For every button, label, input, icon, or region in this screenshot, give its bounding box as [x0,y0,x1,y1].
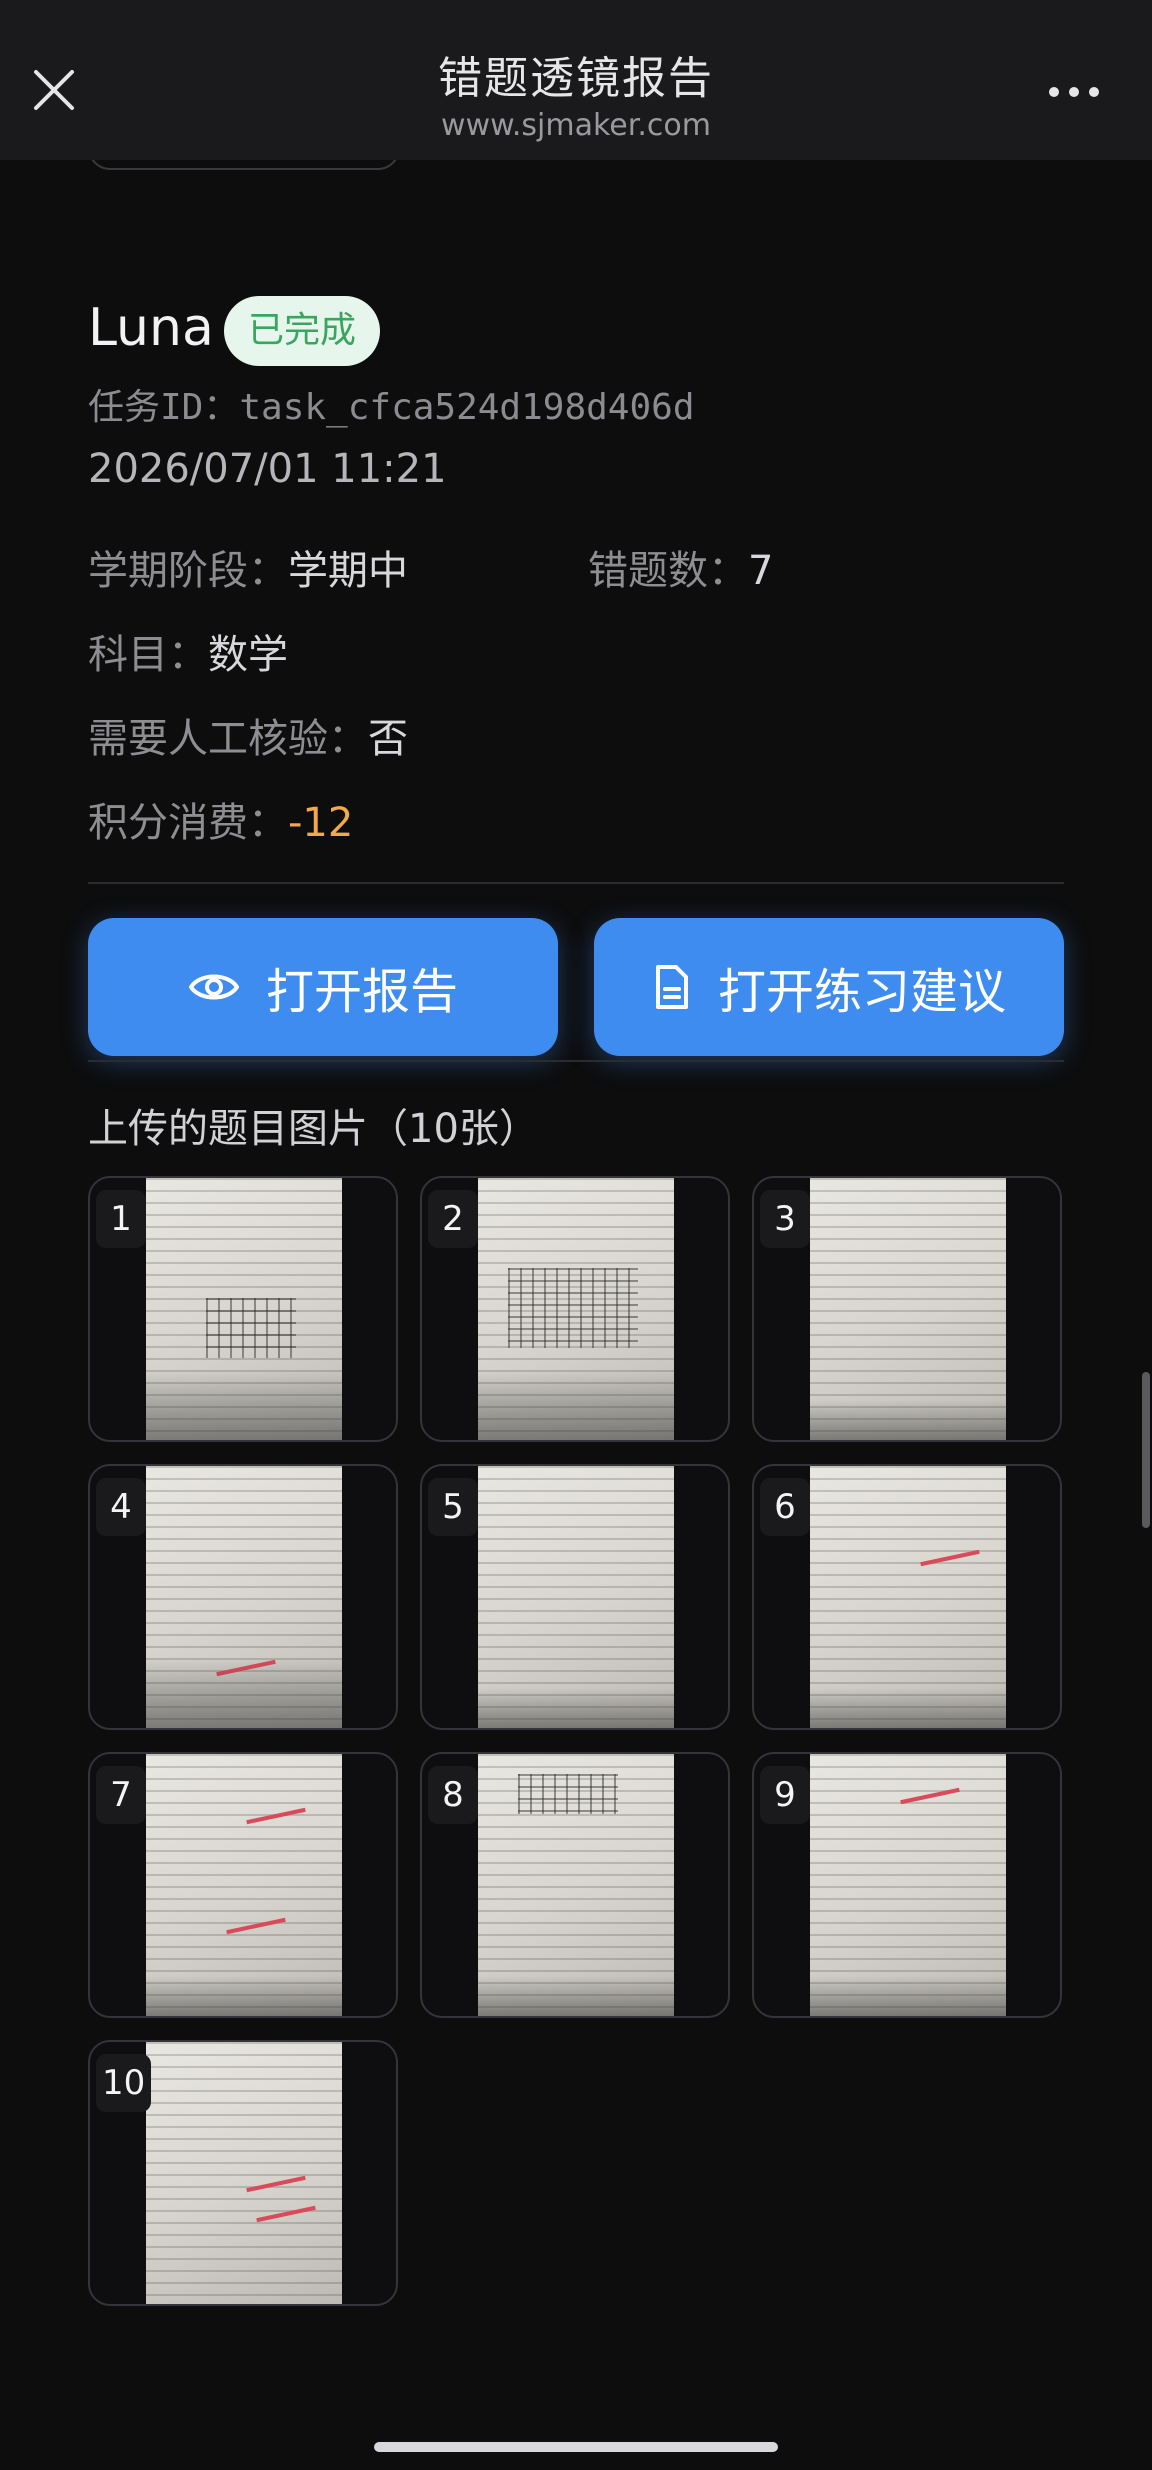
page-title: 错题透镜报告 [438,53,714,104]
page-subtitle: www.sjmaker.com [441,108,711,143]
errors-field: 错题数：7 [588,538,773,596]
image-index: 8 [428,1766,478,1824]
student-name: Luna [88,298,214,358]
errors-value: 7 [748,548,774,594]
image-index: 4 [96,1478,146,1536]
image-index: 10 [96,2054,152,2112]
open-report-label: 打开报告 [265,964,458,1020]
question-photo [478,1466,674,1728]
image-index: 5 [428,1478,478,1536]
image-thumbnail[interactable]: 5 [420,1464,730,1730]
manual-check-field: 需要人工核验：否 [88,706,408,764]
manual-check-value: 否 [368,716,408,762]
question-photo [810,1754,1006,2016]
open-practice-button[interactable]: 打开练习建议 [594,918,1064,1056]
open-report-button[interactable]: 打开报告 [88,918,558,1056]
image-thumbnail[interactable]: 8 [420,1752,730,2018]
divider [88,882,1064,884]
image-thumbnail[interactable]: 7 [88,1752,398,2018]
image-thumbnail[interactable]: 6 [752,1464,1062,1730]
image-index: 3 [760,1190,810,1248]
image-index: 1 [96,1190,146,1248]
image-thumbnail[interactable]: 4 [88,1464,398,1730]
semester-value: 学期中 [288,548,408,594]
points-value: -12 [288,800,354,846]
images-section-title: 上传的题目图片（10张） [88,1106,539,1152]
divider [88,1060,1064,1062]
more-icon [1049,87,1099,97]
status-badge: 已完成 [224,296,380,366]
eye-icon [188,974,239,1000]
timestamp: 2026/07/01 11:21 [88,446,447,492]
image-index: 2 [428,1190,478,1248]
question-photo [146,1754,342,2016]
image-thumbnail[interactable]: 3 [752,1176,1062,1442]
image-index: 7 [96,1766,146,1824]
question-photo [146,2042,342,2304]
subject-label: 科目： [88,632,208,678]
question-photo [810,1178,1006,1440]
points-label: 积分消费： [88,800,288,846]
manual-check-label: 需要人工核验： [88,716,368,762]
image-index: 6 [760,1478,810,1536]
open-practice-label: 打开练习建议 [717,964,1006,1020]
question-photo [146,1466,342,1728]
home-indicator[interactable] [374,2442,778,2452]
question-photo [810,1466,1006,1728]
subject-field: 科目：数学 [88,622,288,680]
image-thumbnail[interactable]: 2 [420,1176,730,1442]
task-id: 任务ID：task_cfca524d198d406d [88,387,695,428]
image-thumbnail[interactable]: 1 [88,1176,398,1442]
errors-label: 错题数： [588,548,748,594]
image-index: 9 [760,1766,810,1824]
question-photo [146,1178,342,1440]
semester-field: 学期阶段：学期中 [88,538,408,596]
document-icon [655,965,688,1009]
top-bar: 错题透镜报告 www.sjmaker.com [0,0,1152,160]
semester-label: 学期阶段： [88,548,288,594]
image-thumbnail[interactable]: 10 [88,2040,398,2306]
image-thumbnail[interactable]: 9 [752,1752,1062,2018]
question-photo [478,1178,674,1440]
question-photo [478,1754,674,2016]
points-field: 积分消费：-12 [88,790,353,848]
scrollbar[interactable] [1142,1372,1150,1528]
subject-value: 数学 [208,632,288,678]
more-button[interactable] [1040,70,1110,110]
